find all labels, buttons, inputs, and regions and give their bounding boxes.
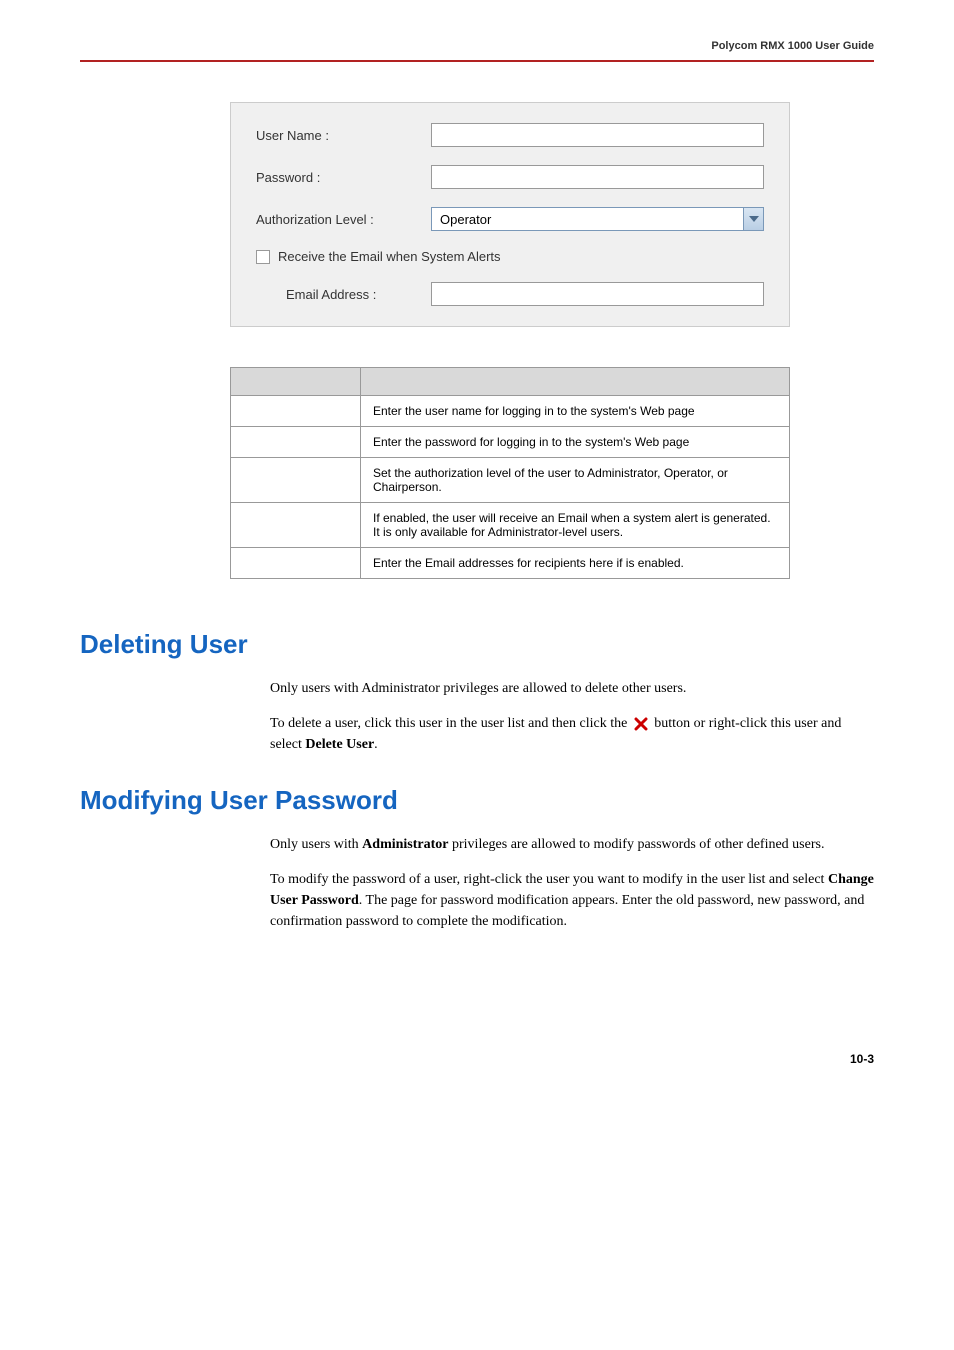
- table-header-row: [231, 368, 790, 396]
- text-span: .: [374, 737, 378, 752]
- text-span: To modify the password of a user, right-…: [270, 872, 828, 887]
- table-row: Set the authorization level of the user …: [231, 458, 790, 503]
- table-cell-desc: If enabled, the user will receive an Ema…: [361, 503, 790, 548]
- receive-email-row: Receive the Email when System Alerts: [256, 249, 764, 264]
- table-row: If enabled, the user will receive an Ema…: [231, 503, 790, 548]
- deleting-user-heading: Deleting User: [80, 629, 874, 660]
- table-cell-desc: Set the authorization level of the user …: [361, 458, 790, 503]
- receive-email-checkbox[interactable]: [256, 250, 270, 264]
- text-span: privileges are allowed to modify passwor…: [449, 837, 825, 852]
- user-name-input[interactable]: [431, 123, 764, 147]
- text-span: To delete a user, click this user in the…: [270, 716, 631, 731]
- table-row: Enter the user name for logging in to th…: [231, 396, 790, 427]
- chevron-down-icon: [749, 216, 759, 222]
- password-row: Password :: [256, 165, 764, 189]
- auth-level-dropdown-button[interactable]: [743, 208, 763, 230]
- user-settings-panel: User Name : Password : Authorization Lev…: [230, 102, 790, 327]
- auth-level-selected-value: Operator: [432, 212, 743, 227]
- modifying-password-p2: To modify the password of a user, right-…: [270, 869, 874, 932]
- text-bold: Administrator: [362, 837, 448, 852]
- text-bold: Delete User: [305, 737, 374, 752]
- password-label: Password :: [256, 170, 431, 185]
- table-header-param: [231, 368, 361, 396]
- table-cell-param: [231, 503, 361, 548]
- table-cell-param: [231, 458, 361, 503]
- table-cell-param: [231, 396, 361, 427]
- desc-prefix: Enter the Email addresses for recipients…: [373, 556, 626, 570]
- deleting-user-p1: Only users with Administrator privileges…: [270, 678, 874, 699]
- email-address-label: Email Address :: [286, 287, 431, 302]
- page-number: 10-3: [80, 1052, 874, 1066]
- table-row: Enter the Email addresses for recipients…: [231, 548, 790, 579]
- table-cell-desc: Enter the Email addresses for recipients…: [361, 548, 790, 579]
- desc-suffix: is enabled.: [626, 556, 684, 570]
- header-guide-title: Polycom RMX 1000 User Guide: [80, 40, 874, 62]
- deleting-user-p2: To delete a user, click this user in the…: [270, 713, 874, 755]
- text-span: Only users with: [270, 837, 362, 852]
- text-span: . The page for password modification app…: [270, 893, 864, 929]
- table-cell-param: [231, 548, 361, 579]
- email-address-row: Email Address :: [286, 282, 764, 306]
- user-name-row: User Name :: [256, 123, 764, 147]
- email-address-input[interactable]: [431, 282, 764, 306]
- modifying-password-p1: Only users with Administrator privileges…: [270, 834, 874, 855]
- auth-level-select[interactable]: Operator: [431, 207, 764, 231]
- table-cell-param: [231, 427, 361, 458]
- delete-x-icon: [634, 717, 648, 731]
- receive-email-label: Receive the Email when System Alerts: [278, 249, 501, 264]
- password-input[interactable]: [431, 165, 764, 189]
- modifying-password-heading: Modifying User Password: [80, 785, 874, 816]
- table-header-desc: [361, 368, 790, 396]
- table-cell-desc: Enter the password for logging in to the…: [361, 427, 790, 458]
- table-row: Enter the password for logging in to the…: [231, 427, 790, 458]
- user-name-label: User Name :: [256, 128, 431, 143]
- parameters-table: Enter the user name for logging in to th…: [230, 367, 790, 579]
- auth-level-label: Authorization Level :: [256, 212, 431, 227]
- table-cell-desc: Enter the user name for logging in to th…: [361, 396, 790, 427]
- auth-level-row: Authorization Level : Operator: [256, 207, 764, 231]
